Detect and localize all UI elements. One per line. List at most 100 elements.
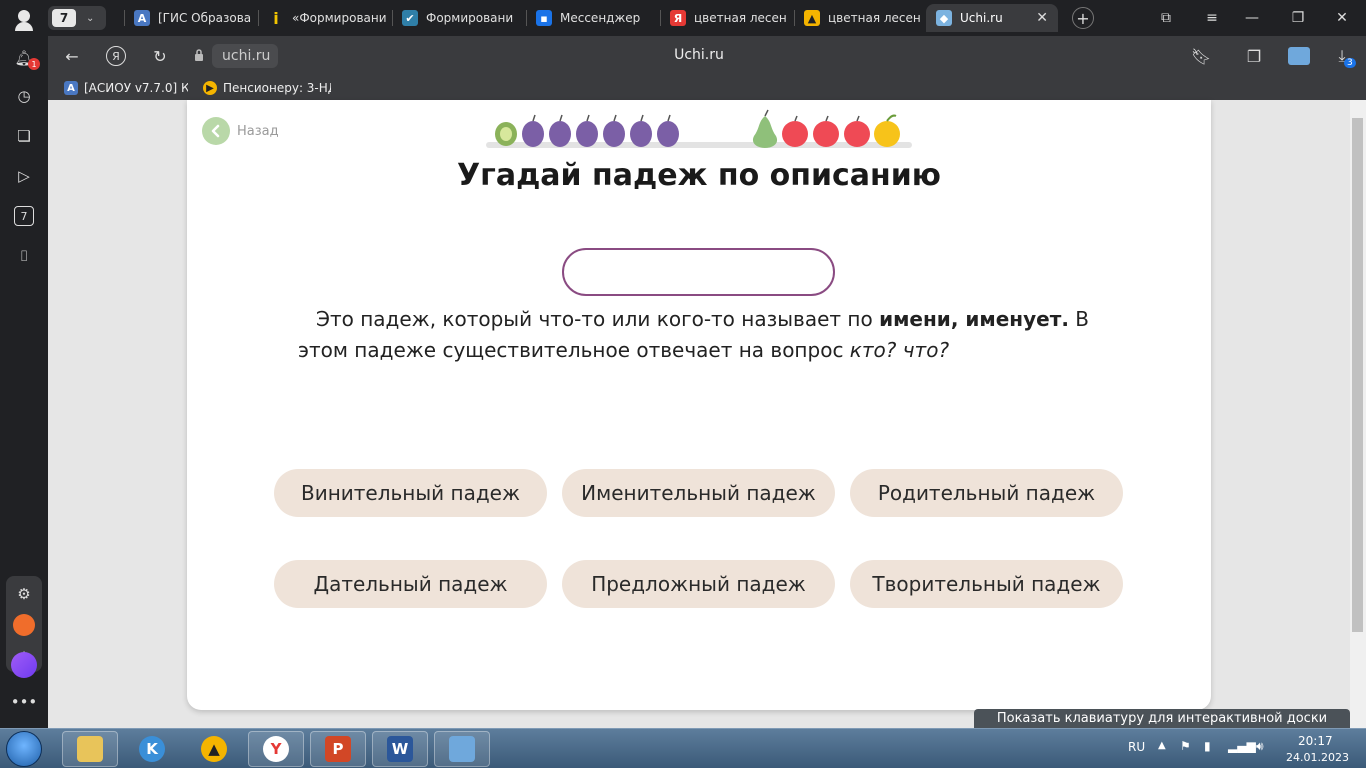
description-bold-text: имени, именует. — [879, 307, 1069, 331]
tab-label: Uchi.ru — [960, 11, 1003, 25]
restore-button[interactable]: ❐ — [1278, 0, 1318, 36]
show-keyboard-button[interactable]: Показать клавиатуру для интерактивной до… — [974, 709, 1350, 728]
pensioner-favicon-icon: ▶ — [203, 81, 217, 95]
minimize-button[interactable]: — — [1232, 0, 1272, 36]
tab-messenger[interactable]: ▪ Мессенджер — [526, 4, 660, 32]
exercise-title: Угадай падеж по описанию — [457, 158, 941, 193]
apple-icon-row — [782, 115, 870, 147]
volume-icon[interactable]: 🔊︎ — [1256, 739, 1264, 754]
downloads-count-badge: 3 — [1344, 58, 1356, 68]
tab-label: цветная лесен — [694, 11, 787, 25]
bookmark-icon[interactable]: 🔖︎ — [1191, 46, 1211, 66]
bookmark-label: Пенсионеру: 3-НД — [223, 81, 331, 95]
tray-expand-icon[interactable]: ▲ — [1158, 740, 1166, 751]
tab-count: 7 — [52, 9, 76, 27]
powerpoint-icon: P — [325, 736, 351, 762]
description-italic-text: кто? что? — [849, 338, 950, 362]
reading-list-icon[interactable]: ❐ — [1244, 46, 1264, 66]
close-window-button[interactable]: ✕ — [1322, 0, 1362, 36]
option-predlozhny[interactable]: Предложный падеж — [562, 560, 835, 608]
tab-counter-button[interactable]: 7 ⌄ — [48, 6, 106, 30]
fruit-progress-bar — [486, 109, 912, 148]
tab-yandex-search[interactable]: Я цветная лесен — [660, 4, 794, 32]
image-extension-icon[interactable] — [1288, 47, 1310, 65]
address-bar: ← Я ↻ uchi.ru Uchi.ru 🔖︎ ❐ ⤓ 3 — [48, 36, 1366, 76]
taskbar-explorer[interactable] — [62, 731, 118, 767]
mail-icon[interactable] — [13, 614, 35, 636]
yandex-browser-icon: Y — [263, 736, 289, 762]
more-icon[interactable]: ••• — [11, 692, 38, 712]
browser-sidebar: 🔔︎ 1 ◷ ❏ ▷ 7 ⌷ ⚙ + ••• — [0, 36, 48, 728]
windows-taskbar: K ▲ Y P W RU ▲ ⚑ ▮ ▂▄▆ 🔊︎ 20:17 24.01.20… — [0, 728, 1366, 768]
image-viewer-icon — [449, 736, 475, 762]
bookmark-label: [АСИОУ v7.7.0] Ка — [84, 81, 188, 95]
tab-formirovanie-1[interactable]: i «Формировани — [258, 4, 392, 32]
tab-gis[interactable]: A [ГИС Образова — [124, 4, 258, 32]
kiwi-icon — [495, 122, 517, 146]
option-roditelny[interactable]: Родительный падеж — [850, 469, 1123, 517]
start-button[interactable] — [6, 731, 42, 767]
option-tvoritelny[interactable]: Творительный падеж — [850, 560, 1123, 608]
calendar-icon[interactable]: 7 — [14, 206, 34, 226]
menu-icon[interactable]: ≡ — [1192, 0, 1232, 36]
description-text-1: Это падеж, который что-то или кого-то на… — [316, 307, 880, 331]
tab-yandex-images[interactable]: ▲ цветная лесен — [794, 4, 924, 32]
triangle-app-icon: ▲ — [201, 736, 227, 762]
page-title-text: Uchi.ru — [674, 47, 724, 63]
gis-favicon-icon: A — [134, 10, 150, 26]
taskbar-word[interactable]: W — [372, 731, 428, 767]
taskbar-image-viewer[interactable] — [434, 731, 490, 767]
close-tab-icon[interactable]: ✕ — [1036, 10, 1048, 26]
browser-tab-strip: 7 ⌄ A [ГИС Образова i «Формировани ✔ Фор… — [0, 0, 1366, 36]
bookmarks-bar: A [АСИОУ v7.7.0] Ка ▶ Пенсионеру: 3-НД — [48, 76, 1366, 100]
bookmark-asiou[interactable]: A [АСИОУ v7.7.0] Ка — [64, 79, 188, 97]
taskbar-app-k[interactable]: K — [124, 731, 180, 767]
network-icon[interactable]: ▂▄▆ — [1228, 739, 1256, 753]
taskbar-app-archicad[interactable]: ▲ — [186, 731, 242, 767]
lemon-icon — [874, 114, 900, 147]
option-vinitelny[interactable]: Винительный падеж — [274, 469, 547, 517]
case-description: Это падеж, который что-то или кого-то на… — [298, 304, 1108, 366]
yandex-favicon-icon: Я — [670, 10, 686, 26]
flag-icon[interactable]: ⚑ — [1180, 739, 1191, 753]
tab-label: цветная лесен — [828, 11, 921, 25]
word-icon: W — [387, 736, 413, 762]
taskbar-powerpoint[interactable]: P — [310, 731, 366, 767]
tabs-collection-icon[interactable]: ⧉ — [1146, 0, 1186, 36]
collections-icon[interactable]: ❏ — [14, 126, 34, 146]
settings-icon[interactable]: ⚙ — [14, 584, 34, 604]
bookmark-pensioner[interactable]: ▶ Пенсионеру: 3-НД — [203, 79, 331, 97]
pear-icon — [752, 109, 778, 148]
alice-assistant-icon[interactable] — [11, 652, 37, 678]
option-imenitelny[interactable]: Именительный падеж — [562, 469, 835, 517]
clock-time[interactable]: 20:17 — [1298, 734, 1333, 748]
language-indicator[interactable]: RU — [1128, 740, 1145, 754]
messenger-favicon-icon: ▪ — [536, 10, 552, 26]
tab-uchi-ru[interactable]: ◆ Uchi.ru ✕ — [926, 4, 1058, 32]
notification-badge: 1 — [28, 58, 40, 70]
check-favicon-icon: ✔ — [402, 10, 418, 26]
tab-label: [ГИС Образова — [158, 11, 252, 25]
chevron-left-icon — [202, 117, 230, 145]
option-datelny[interactable]: Дательный падеж — [274, 560, 547, 608]
back-button[interactable]: Назад — [202, 117, 279, 145]
back-label: Назад — [237, 123, 279, 139]
play-icon[interactable]: ▷ — [14, 166, 34, 186]
tab-formirovanie-2[interactable]: ✔ Формировани — [392, 4, 526, 32]
new-tab-button[interactable]: + — [1072, 7, 1094, 29]
screenshot-icon[interactable]: ⌷ — [14, 246, 34, 266]
clock-date[interactable]: 24.01.2023 — [1286, 751, 1349, 764]
answer-drop-field[interactable] — [562, 248, 835, 296]
taskbar-yandex-browser[interactable]: Y — [248, 731, 304, 767]
uchi-favicon-icon: ◆ — [936, 10, 952, 26]
k-app-icon: K — [139, 736, 165, 762]
scrollbar-thumb[interactable] — [1352, 118, 1363, 632]
history-icon[interactable]: ◷ — [14, 86, 34, 106]
tab-label: «Формировани — [292, 11, 387, 25]
folder-icon — [77, 736, 103, 762]
asiou-favicon-icon: A — [64, 81, 78, 95]
tab-label: Мессенджер — [560, 11, 641, 25]
info-favicon-icon: i — [268, 9, 284, 28]
power-icon[interactable]: ▮ — [1204, 739, 1211, 753]
profile-icon[interactable] — [0, 0, 48, 36]
